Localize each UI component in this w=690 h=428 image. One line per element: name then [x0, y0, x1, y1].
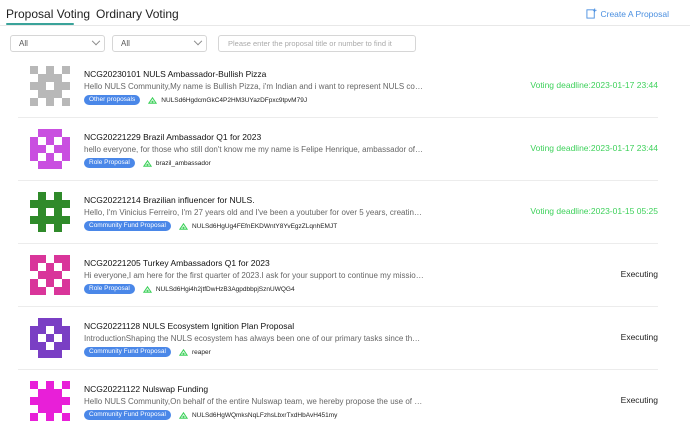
proposal-row[interactable]: NCG20221122 Nulswap Funding Hello NULS Co… — [18, 370, 658, 428]
proposal-description: Hi everyone,I am here for the first quar… — [84, 271, 424, 280]
create-proposal-button[interactable]: Create A Proposal — [586, 8, 669, 19]
proposal-author-name: NULSd6HgWQmksNqLFzhsLbxrTxdHbAvH451my — [191, 411, 338, 419]
proposal-type-badge: Community Fund Proposal — [84, 347, 171, 357]
proposal-author-name: NULSd6Hgi4h2jtfDwHzB3AgpdbbpjSznUWQG4 — [155, 285, 295, 293]
proposal-status: Executing — [620, 395, 658, 405]
proposal-row[interactable]: NCG20230101 NULS Ambassador-Bullish Pizz… — [18, 55, 658, 118]
proposal-title: NCG20221128 NULS Ecosystem Ignition Plan… — [84, 321, 295, 331]
type-select[interactable]: All — [10, 35, 105, 52]
proposal-title: NCG20230101 NULS Ambassador-Bullish Pizz… — [84, 69, 267, 79]
proposal-row[interactable]: NCG20221229 Brazil Ambassador Q1 for 202… — [18, 118, 658, 181]
status-select-value: All — [121, 39, 130, 48]
active-tab-indicator — [6, 23, 74, 25]
proposal-status: Voting deadline:2023-01-17 23:44 — [530, 143, 658, 153]
proposal-list: NCG20230101 NULS Ambassador-Bullish Pizz… — [18, 55, 658, 428]
proposal-type-badge: Community Fund Proposal — [84, 410, 171, 420]
type-select-value: All — [19, 39, 28, 48]
nuls-logo-icon — [178, 222, 188, 230]
proposal-meta: Community Fund Proposal NULSd6HgUg4FEfnEK… — [84, 221, 337, 231]
proposal-title: NCG20221229 Brazil Ambassador Q1 for 202… — [84, 132, 262, 142]
proposal-author: NULSd6HgWQmksNqLFzhsLbxrTxdHbAvH451my — [178, 411, 338, 420]
proposal-title: NCG20221214 Brazilian influencer for NUL… — [84, 195, 255, 205]
proposal-meta: Community Fund Proposal NULSd6HgWQmksNqLF… — [84, 410, 337, 420]
proposal-description: Hello NULS Community,On behalf of the en… — [84, 397, 424, 406]
proposal-avatar — [30, 255, 70, 295]
proposal-row[interactable]: NCG20221205 Turkey Ambassadors Q1 for 20… — [18, 244, 658, 307]
nuls-logo-icon — [148, 96, 158, 104]
proposal-author: NULSd6HgdcmGkC4P2HM3UYazDFpxc9tpvM79J — [148, 96, 307, 105]
proposal-title: NCG20221122 Nulswap Funding — [84, 384, 209, 394]
proposal-avatar — [30, 318, 70, 358]
proposal-avatar — [30, 66, 70, 106]
tab-bar: Proposal Voting Ordinary Voting Create A… — [0, 0, 690, 26]
proposal-meta: Other proposals NULSd6HgdcmGkC4P2HM3UYazD… — [84, 95, 307, 105]
nuls-logo-icon — [142, 285, 152, 293]
proposal-author: reaper — [178, 348, 211, 357]
proposal-description: hello everyone, for those who still don'… — [84, 145, 424, 154]
proposal-type-badge: Other proposals — [84, 95, 141, 105]
add-document-icon — [586, 8, 598, 19]
proposal-status: Voting deadline:2023-01-17 23:44 — [530, 80, 658, 90]
proposal-avatar — [30, 192, 70, 232]
proposal-description: IntroductionShaping the NULS ecosystem h… — [84, 334, 424, 343]
proposal-author: brazil_ambassador — [142, 159, 211, 168]
filter-bar: All All — [0, 35, 690, 53]
status-select[interactable]: All — [112, 35, 207, 52]
proposal-status: Voting deadline:2023-01-15 05:25 — [530, 206, 658, 216]
nuls-logo-icon — [142, 159, 152, 167]
tab-proposal-voting[interactable]: Proposal Voting — [6, 7, 90, 21]
nuls-logo-icon — [178, 411, 188, 419]
proposal-status: Executing — [620, 269, 658, 279]
chevron-down-icon — [193, 36, 203, 46]
proposal-avatar — [30, 381, 70, 421]
proposal-title: NCG20221205 Turkey Ambassadors Q1 for 20… — [84, 258, 270, 268]
proposal-row[interactable]: NCG20221128 NULS Ecosystem Ignition Plan… — [18, 307, 658, 370]
chevron-down-icon — [91, 36, 101, 46]
tab-ordinary-voting[interactable]: Ordinary Voting — [96, 7, 179, 21]
proposal-description: Hello, I'm Vinicius Ferreiro, I'm 27 yea… — [84, 208, 424, 217]
proposal-type-badge: Role Proposal — [84, 284, 135, 294]
proposal-meta: Community Fund Proposal reaper — [84, 347, 211, 357]
proposal-author-name: NULSd6HgdcmGkC4P2HM3UYazDFpxc9tpvM79J — [161, 96, 308, 104]
proposal-author-name: brazil_ambassador — [155, 159, 211, 167]
proposal-type-badge: Role Proposal — [84, 158, 135, 168]
proposal-type-badge: Community Fund Proposal — [84, 221, 171, 231]
nuls-logo-icon — [178, 348, 188, 356]
proposal-meta: Role Proposal NULSd6Hgi4h2jtfDwHzB3Agpdbb… — [84, 284, 295, 294]
proposal-author: NULSd6HgUg4FEfnEKDWntY8YvEgzZLqnhEMJT — [178, 222, 338, 231]
proposal-row[interactable]: NCG20221214 Brazilian influencer for NUL… — [18, 181, 658, 244]
proposal-meta: Role Proposal brazil_ambassador — [84, 158, 211, 168]
proposal-author-name: NULSd6HgUg4FEfnEKDWntY8YvEgzZLqnhEMJT — [191, 222, 338, 230]
proposal-author-name: reaper — [191, 348, 211, 356]
proposal-status: Executing — [620, 332, 658, 342]
proposal-avatar — [30, 129, 70, 169]
search-input[interactable] — [218, 35, 416, 52]
create-proposal-label: Create A Proposal — [600, 8, 669, 19]
proposal-author: NULSd6Hgi4h2jtfDwHzB3AgpdbbpjSznUWQG4 — [142, 285, 295, 294]
proposal-description: Hello NULS Community,My name is Bullish … — [84, 82, 424, 91]
